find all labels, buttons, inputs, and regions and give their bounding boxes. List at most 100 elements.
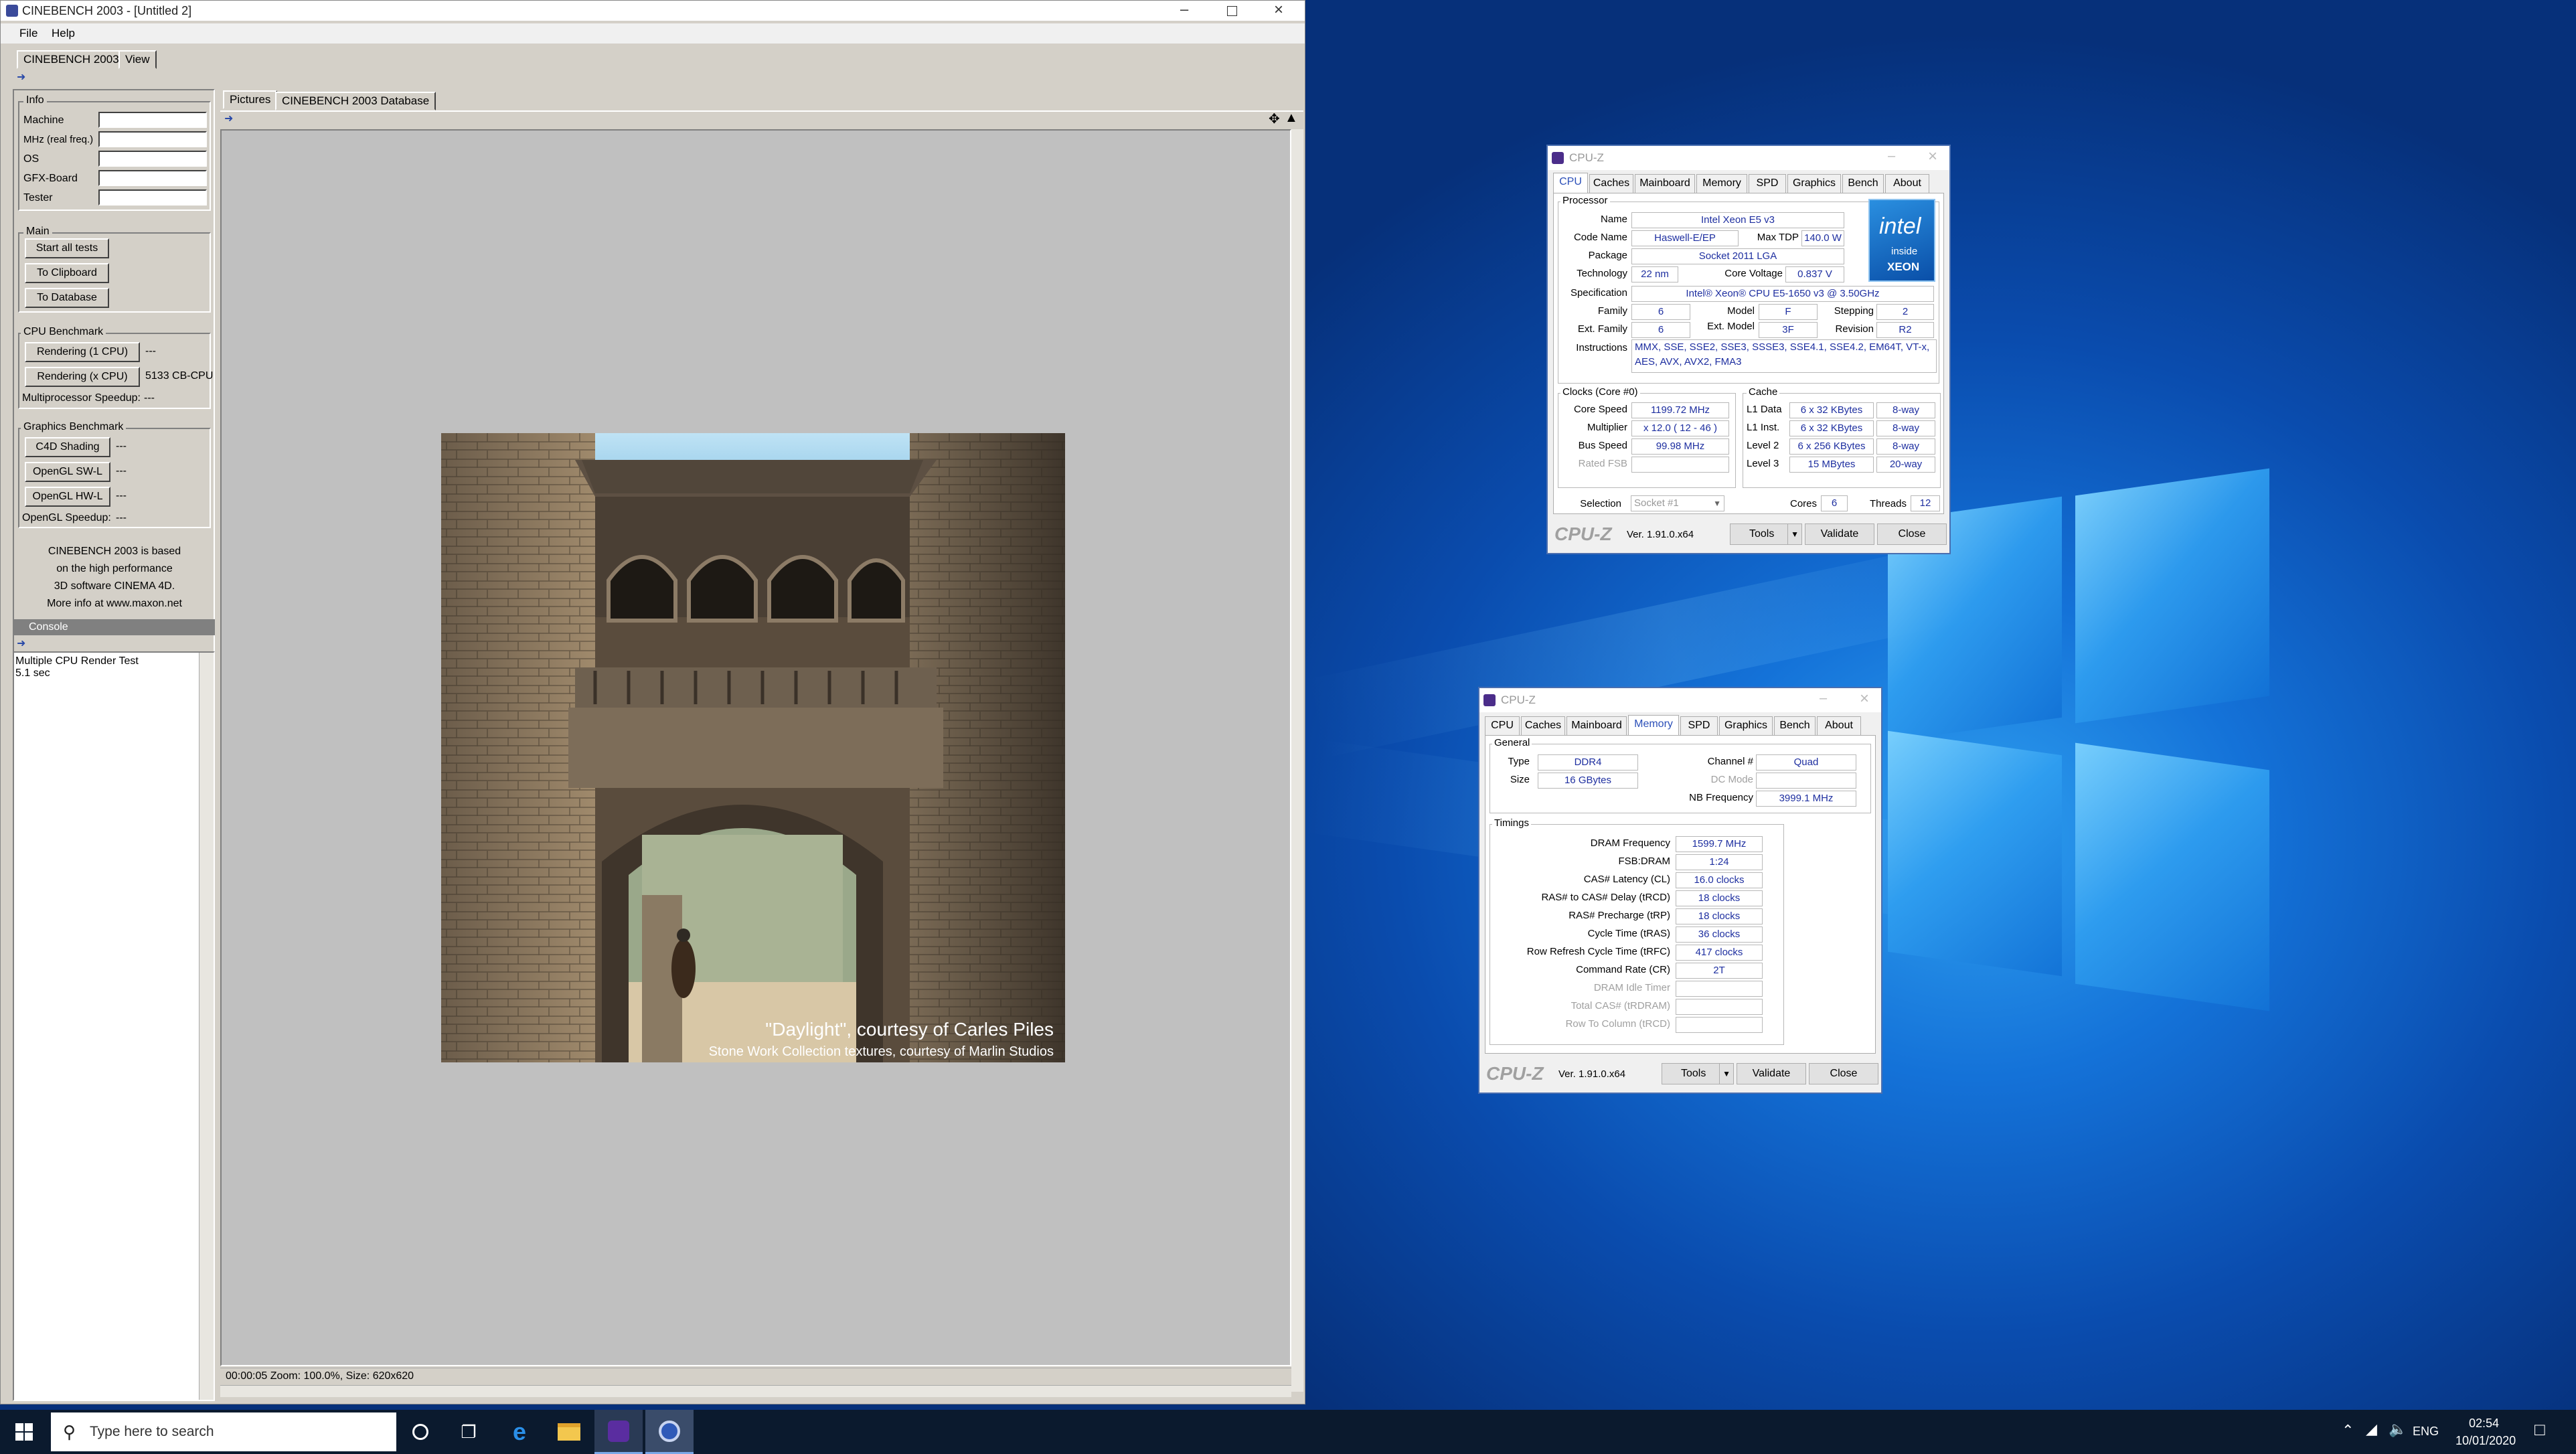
cinebench-title-bar[interactable]: CINEBENCH 2003 - [Untitled 2] – ×: [1, 1, 1305, 21]
cinebench-taskbar-icon: [659, 1420, 680, 1442]
opengl-sw-button[interactable]: OpenGL SW-L: [25, 462, 110, 482]
taskbar-search-box[interactable]: ⚲ Type here to search: [51, 1412, 396, 1451]
to-database-button[interactable]: To Database: [25, 288, 109, 308]
picture-toolbar: ➜ ✥ ▲: [220, 110, 1303, 128]
tab-pictures[interactable]: Pictures: [223, 90, 278, 109]
taskbar: ⚲ Type here to search ❐ e ⌃ ◢ 🔈 ENG 02:5…: [0, 1410, 2576, 1454]
tab-cinebench-2003[interactable]: CINEBENCH 2003: [17, 50, 126, 69]
tab-view[interactable]: View: [118, 50, 157, 69]
rendering-1cpu-button[interactable]: Rendering (1 CPU): [25, 342, 140, 362]
cpuz-tab-spd[interactable]: SPD: [1749, 174, 1786, 193]
clock-date[interactable]: 10/01/2020: [2456, 1434, 2516, 1448]
close-icon[interactable]: ×: [1274, 1, 1283, 19]
mhz-field[interactable]: [98, 131, 207, 147]
cpuz2-tab-spd[interactable]: SPD: [1680, 716, 1718, 735]
cinebench-window-title: CINEBENCH 2003 - [Untitled 2]: [22, 4, 192, 17]
start-button[interactable]: [0, 1410, 48, 1454]
timing-value: [1676, 999, 1763, 1015]
cpuz-tab-mainboard[interactable]: Mainboard: [1635, 174, 1695, 193]
cpuz2-tab-cpu[interactable]: CPU: [1485, 716, 1520, 735]
dc-mode-value: [1756, 773, 1856, 789]
about-line: More info at www.maxon.net: [47, 598, 182, 609]
start-all-tests-button[interactable]: Start all tests: [25, 238, 109, 258]
cpuz-tab-graphics[interactable]: Graphics: [1787, 174, 1841, 193]
machine-field[interactable]: [98, 112, 207, 128]
cpuz2-tab-mainboard[interactable]: Mainboard: [1566, 716, 1627, 735]
cpuz2-tab-graphics[interactable]: Graphics: [1719, 716, 1773, 735]
cpuz2-title-bar[interactable]: CPU-Z – ×: [1479, 688, 1881, 712]
picture-vscrollbar[interactable]: [1291, 129, 1303, 1392]
cpuz-tab-memory[interactable]: Memory: [1696, 174, 1747, 193]
gfx-board-field[interactable]: [98, 170, 207, 186]
picture-pin-icon[interactable]: ➜: [224, 112, 233, 125]
task-view-button[interactable]: ❐: [445, 1410, 493, 1454]
notification-icon[interactable]: □: [2534, 1419, 2545, 1440]
menu-file[interactable]: File: [19, 27, 37, 40]
cpuz2-close-button[interactable]: Close: [1809, 1063, 1878, 1084]
os-field[interactable]: [98, 151, 207, 167]
name-label: Name: [1600, 214, 1627, 225]
maximize-icon[interactable]: [1227, 6, 1237, 16]
volume-icon[interactable]: 🔈: [2389, 1421, 2407, 1438]
mem-size-value: 16 GBytes: [1538, 773, 1638, 789]
cpuz2-memory-panel: General Type DDR4 Size 16 GBytes Channel…: [1485, 735, 1876, 1054]
cpuz-taskbar-button[interactable]: [594, 1410, 643, 1454]
rendering-1cpu-value: ---: [145, 345, 156, 357]
cpuz-logo: CPU-Z: [1554, 523, 1612, 544]
cpuz2-tab-bench[interactable]: Bench: [1774, 716, 1816, 735]
mhz-label: MHz (real freq.): [23, 134, 94, 145]
cpuz-cpu-window[interactable]: CPU-Z – × CPU Caches Mainboard Memory SP…: [1546, 145, 1951, 554]
cpuz2-validate-button[interactable]: Validate: [1737, 1063, 1806, 1084]
tools-button[interactable]: Tools ▼: [1730, 523, 1802, 545]
cpuz-tab-about[interactable]: About: [1885, 174, 1929, 193]
cpuz-minimize-icon[interactable]: –: [1888, 149, 1895, 164]
menu-help[interactable]: Help: [52, 27, 75, 40]
minimize-icon[interactable]: –: [1180, 1, 1188, 18]
cpuz2-tools-button[interactable]: Tools ▼: [1662, 1063, 1734, 1084]
console-header[interactable]: Console: [13, 619, 215, 635]
ext-model-label: Ext. Model: [1707, 321, 1755, 332]
language-indicator[interactable]: ENG: [2413, 1425, 2439, 1439]
to-clipboard-button[interactable]: To Clipboard: [25, 263, 109, 283]
cpuz2-close-icon[interactable]: ×: [1860, 690, 1869, 708]
show-hidden-icons-chevron-icon[interactable]: ⌃: [2342, 1422, 2354, 1439]
close-button[interactable]: Close: [1877, 523, 1947, 545]
c4d-shading-value: ---: [116, 440, 127, 452]
selection-dropdown[interactable]: Socket #1 ▼: [1631, 495, 1724, 511]
cpuz-tab-bench[interactable]: Bench: [1842, 174, 1884, 193]
triangle-icon[interactable]: ▲: [1285, 110, 1298, 126]
edge-taskbar-button[interactable]: e: [495, 1410, 544, 1454]
cpuz-close-icon[interactable]: ×: [1928, 147, 1937, 166]
cpuz2-tab-memory[interactable]: Memory: [1628, 715, 1679, 736]
opengl-hw-button[interactable]: OpenGL HW-L: [25, 487, 110, 507]
cortana-button[interactable]: [396, 1410, 445, 1454]
edge-icon: e: [512, 1418, 527, 1445]
cpuz2-minimize-icon[interactable]: –: [1820, 691, 1827, 706]
picture-hscrollbar[interactable]: [220, 1385, 1291, 1397]
c4d-shading-button[interactable]: C4D Shading: [25, 437, 110, 457]
windows-start-icon: [15, 1423, 33, 1441]
cpuz2-tab-caches[interactable]: Caches: [1521, 716, 1565, 735]
cpuz2-tab-about[interactable]: About: [1817, 716, 1861, 735]
file-explorer-taskbar-button[interactable]: [545, 1410, 593, 1454]
cpuz-tab-caches[interactable]: Caches: [1589, 174, 1633, 193]
machine-label: Machine: [23, 114, 64, 126]
technology-value: 22 nm: [1631, 266, 1678, 282]
pin-icon[interactable]: ➜: [17, 70, 25, 84]
move-icon[interactable]: ✥: [1269, 110, 1280, 127]
network-icon[interactable]: ◢: [2366, 1421, 2377, 1438]
about-line: CINEBENCH 2003 is based: [48, 546, 181, 557]
selection-value: Socket #1: [1634, 497, 1679, 509]
console-scrollbar[interactable]: [199, 653, 214, 1400]
cpuz-title-bar[interactable]: CPU-Z – ×: [1548, 146, 1949, 170]
rendering-xcpu-button[interactable]: Rendering (x CPU): [25, 367, 140, 387]
cpuz-tab-cpu[interactable]: CPU: [1553, 173, 1588, 194]
console-pin-icon[interactable]: ➜: [17, 637, 25, 650]
validate-button[interactable]: Validate: [1805, 523, 1874, 545]
tester-field[interactable]: [98, 189, 207, 206]
tab-cinebench-database[interactable]: CINEBENCH 2003 Database: [275, 92, 436, 110]
cinebench-taskbar-button[interactable]: [645, 1410, 694, 1454]
clock-time[interactable]: 02:54: [2469, 1417, 2499, 1431]
cinebench-window[interactable]: CINEBENCH 2003 - [Untitled 2] – × File H…: [0, 0, 1305, 1404]
cpuz-memory-window[interactable]: CPU-Z – × CPU Caches Mainboard Memory SP…: [1478, 687, 1882, 1094]
